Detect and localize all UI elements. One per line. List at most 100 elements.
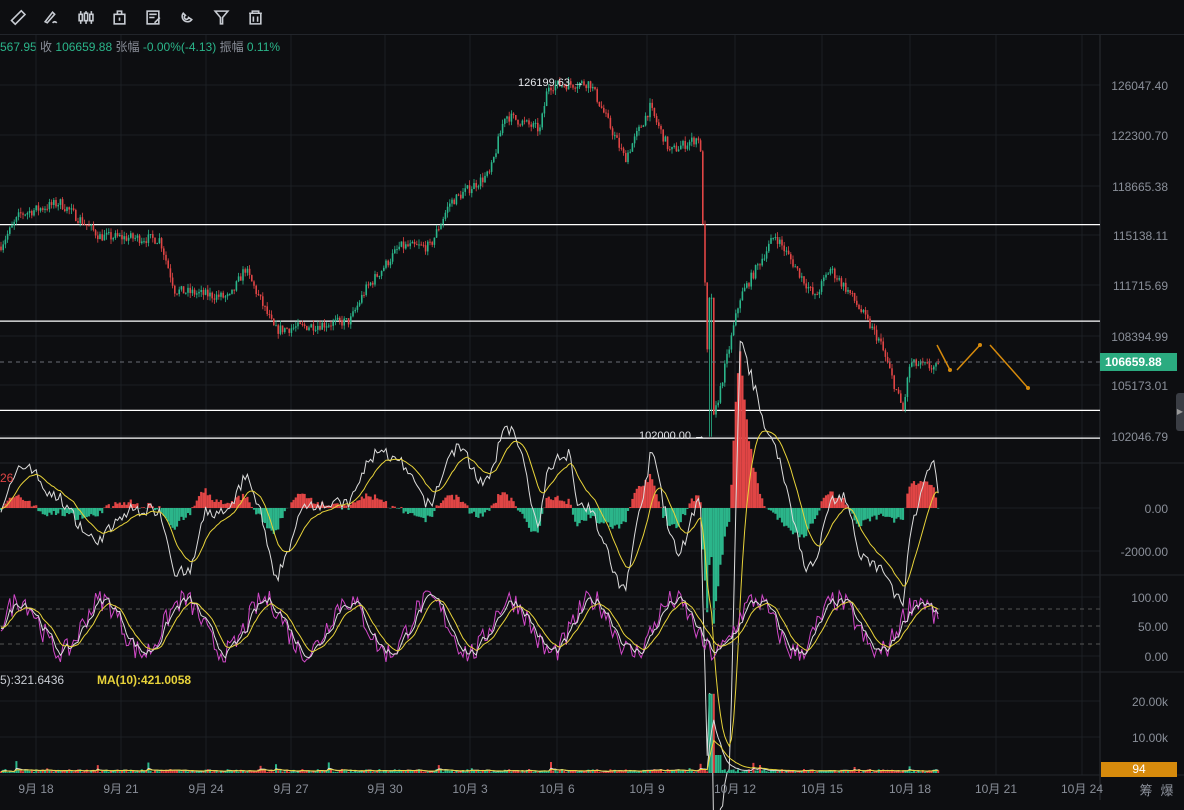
candle-body bbox=[160, 238, 163, 249]
macd-histogram-bar bbox=[180, 508, 183, 517]
candle-body bbox=[488, 171, 491, 173]
macd-histogram-bar bbox=[822, 497, 825, 508]
candle-body bbox=[519, 124, 521, 126]
macd-histogram-bar bbox=[620, 508, 623, 525]
macd-histogram-bar bbox=[61, 508, 64, 516]
candle-body bbox=[114, 233, 117, 239]
candle-body bbox=[710, 297, 713, 299]
macd-histogram-bar bbox=[772, 508, 775, 513]
macd-histogram-bar bbox=[934, 497, 938, 508]
candle-body bbox=[297, 322, 299, 327]
macd-histogram-bar bbox=[783, 508, 786, 527]
macd-histogram-bar bbox=[560, 500, 564, 508]
candle-body bbox=[464, 188, 466, 192]
macd-histogram-bar bbox=[138, 508, 141, 509]
candle-body bbox=[631, 143, 634, 152]
volume-bar bbox=[519, 772, 522, 773]
candle-body bbox=[198, 291, 200, 294]
candle-body bbox=[664, 136, 667, 142]
macd-histogram-bar bbox=[283, 508, 286, 512]
macd-histogram-bar bbox=[59, 508, 62, 510]
macd-histogram-bar bbox=[54, 508, 58, 515]
macd-histogram-bar bbox=[798, 508, 801, 538]
macd-histogram-bar bbox=[688, 503, 691, 508]
candle-body bbox=[193, 289, 196, 295]
macd-histogram-bar bbox=[479, 508, 482, 514]
arrow-head bbox=[948, 368, 952, 372]
macd-histogram-bar bbox=[510, 497, 513, 508]
volume-tick: 10.00k bbox=[1131, 731, 1168, 745]
price-chart[interactable] bbox=[0, 0, 1184, 810]
macd-histogram-bar bbox=[215, 499, 218, 508]
candle-body bbox=[765, 251, 768, 259]
candle-body bbox=[501, 123, 504, 134]
date-tick: 9月 24 bbox=[188, 782, 224, 796]
liquidation-button[interactable]: 爆 bbox=[1160, 780, 1173, 799]
volume-bar bbox=[728, 769, 731, 773]
macd-histogram-bar bbox=[501, 492, 504, 508]
candle-body bbox=[330, 325, 332, 327]
macd-histogram-bar bbox=[263, 508, 267, 524]
volume-bar bbox=[822, 771, 825, 773]
macd-histogram-bar bbox=[450, 494, 454, 508]
macd-histogram-bar bbox=[521, 508, 524, 514]
volume-bar bbox=[600, 772, 603, 773]
macd-histogram-bar bbox=[611, 508, 614, 529]
candle-body bbox=[875, 329, 878, 341]
candle-body bbox=[2, 244, 4, 251]
macd-histogram-bar bbox=[400, 507, 403, 508]
volume-bar bbox=[52, 771, 55, 773]
macd-histogram-bar bbox=[257, 508, 260, 514]
macd-histogram-bar bbox=[281, 508, 284, 518]
candle-body bbox=[270, 314, 273, 319]
macd-histogram-bar bbox=[926, 481, 929, 508]
candle-body bbox=[532, 123, 535, 127]
volume-bar bbox=[638, 771, 640, 773]
candle-body bbox=[752, 272, 755, 279]
candle-body bbox=[594, 86, 596, 90]
expand-panel-handle[interactable]: ▶ bbox=[1176, 393, 1184, 431]
macd-histogram-bar bbox=[866, 508, 869, 519]
candle-body bbox=[697, 138, 700, 141]
macd-histogram-bar bbox=[156, 508, 159, 510]
candle-body bbox=[902, 402, 904, 410]
candle-body bbox=[825, 274, 827, 278]
macd-histogram-bar bbox=[43, 508, 47, 515]
candle-body bbox=[255, 285, 257, 294]
macd-histogram-bar bbox=[807, 508, 810, 529]
candle-body bbox=[398, 246, 400, 250]
candle-body bbox=[906, 377, 909, 398]
candle-body bbox=[44, 208, 46, 210]
chips-button[interactable]: 筹 bbox=[1139, 780, 1152, 799]
macd-histogram-bar bbox=[24, 500, 27, 508]
macd-histogram-bar bbox=[428, 508, 432, 517]
candle-body bbox=[110, 232, 112, 240]
candle-body bbox=[849, 289, 851, 294]
candle-body bbox=[660, 125, 662, 130]
candle-body bbox=[911, 362, 913, 367]
candle-body bbox=[422, 244, 425, 246]
macd-histogram-bar bbox=[21, 499, 25, 508]
macd-histogram-bar bbox=[761, 498, 764, 508]
volume-bar bbox=[849, 771, 852, 773]
candle-body bbox=[818, 291, 821, 295]
kdj-tick: 100.00 bbox=[1131, 591, 1168, 605]
high-annotation: 126199.63 → bbox=[518, 77, 585, 89]
date-tick: 10月 18 bbox=[888, 782, 932, 796]
candle-body bbox=[803, 276, 805, 284]
candle-body bbox=[796, 266, 799, 269]
macd-histogram-bar bbox=[279, 508, 282, 519]
macd-histogram-bar bbox=[470, 508, 473, 514]
macd-histogram-bar bbox=[708, 508, 711, 565]
macd-histogram-bar bbox=[26, 500, 29, 508]
candle-body bbox=[185, 292, 187, 294]
candle-body bbox=[743, 287, 746, 292]
volume-bar bbox=[763, 769, 766, 773]
macd-histogram-bar bbox=[813, 508, 817, 519]
macd-histogram-bar bbox=[142, 507, 146, 508]
volume-bar bbox=[783, 772, 786, 773]
candle-body bbox=[251, 275, 253, 282]
candle-body bbox=[429, 241, 431, 243]
volume-bar bbox=[686, 771, 689, 773]
macd-histogram-bar bbox=[587, 508, 590, 515]
